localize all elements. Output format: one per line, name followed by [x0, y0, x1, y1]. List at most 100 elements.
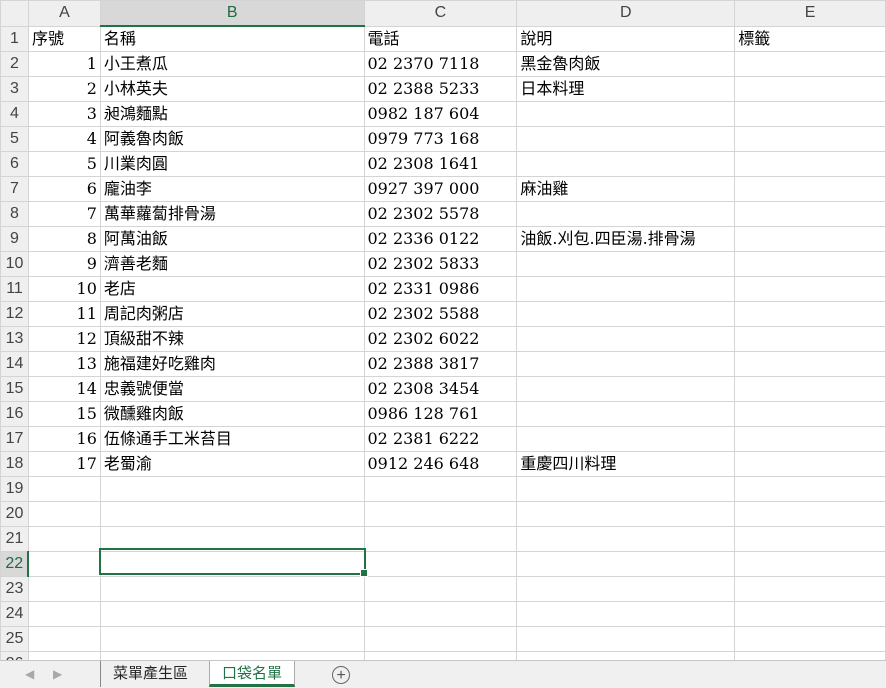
sheet-tab-pocket-list[interactable]: 口袋名單	[209, 661, 296, 687]
cell-e[interactable]	[734, 626, 886, 652]
cell-c[interactable]: 電話	[363, 25, 518, 52]
row-header[interactable]: 1	[0, 25, 29, 52]
cell-e[interactable]	[734, 276, 886, 302]
cell-b[interactable]: 周記肉粥店	[99, 301, 365, 327]
cell-c[interactable]: 02 2370 7118	[363, 51, 518, 77]
row-header[interactable]: 13	[0, 326, 29, 352]
cell-e[interactable]	[734, 576, 886, 602]
cell-a[interactable]: 6	[27, 176, 101, 202]
cell-a[interactable]: 8	[27, 226, 101, 252]
cell-a[interactable]	[27, 551, 101, 577]
cell-a[interactable]	[27, 526, 101, 552]
cell-b[interactable]: 老店	[99, 276, 365, 302]
triangle-right-icon[interactable]: ▶	[53, 667, 62, 681]
cell-d[interactable]	[516, 351, 736, 377]
cell-d[interactable]	[516, 326, 736, 352]
cell-b[interactable]: 微醺雞肉飯	[99, 401, 365, 427]
row-header[interactable]: 8	[0, 201, 29, 227]
cell-d[interactable]	[516, 476, 736, 502]
cell-c[interactable]	[363, 526, 518, 552]
cell-d[interactable]	[516, 526, 736, 552]
cell-d[interactable]: 麻油雞	[516, 176, 736, 202]
cell-e[interactable]	[734, 601, 886, 627]
cell-c[interactable]: 02 2302 6022	[363, 326, 518, 352]
triangle-left-icon[interactable]: ◀	[25, 667, 34, 681]
cell-e[interactable]	[734, 176, 886, 202]
cell-c[interactable]: 02 2308 3454	[363, 376, 518, 402]
cell-d[interactable]	[516, 601, 736, 627]
cell-d[interactable]: 黑金魯肉飯	[516, 51, 736, 77]
cell-e[interactable]	[734, 651, 886, 660]
cell-c[interactable]	[363, 601, 518, 627]
row-header[interactable]: 11	[0, 276, 29, 302]
row-header[interactable]: 6	[0, 151, 29, 177]
column-header-a[interactable]: A	[27, 0, 101, 27]
cell-c[interactable]: 02 2308 1641	[363, 151, 518, 177]
column-header-d[interactable]: D	[516, 0, 736, 27]
cell-a[interactable]: 4	[27, 126, 101, 152]
cell-e[interactable]	[734, 426, 886, 452]
cell-d[interactable]	[516, 576, 736, 602]
cell-a[interactable]: 7	[27, 201, 101, 227]
cell-a[interactable]: 17	[27, 451, 101, 477]
cell-d[interactable]	[516, 626, 736, 652]
cell-d[interactable]	[516, 501, 736, 527]
cell-c[interactable]: 02 2331 0986	[363, 276, 518, 302]
row-header[interactable]: 17	[0, 426, 29, 452]
spreadsheet-grid[interactable]: A B C D E 1 序號 名稱 電話 說明 標籤 2 1 小王煮瓜 02 2370 7118 黑…	[0, 0, 886, 660]
cell-a[interactable]: 13	[27, 351, 101, 377]
row-header[interactable]: 15	[0, 376, 29, 402]
cell-b[interactable]: 施福建好吃雞肉	[99, 351, 365, 377]
cell-b[interactable]: 龐油李	[99, 176, 365, 202]
cell-b[interactable]: 阿義魯肉飯	[99, 126, 365, 152]
cell-b[interactable]: 川業肉圓	[99, 151, 365, 177]
cell-d[interactable]	[516, 101, 736, 127]
row-header[interactable]: 4	[0, 101, 29, 127]
cell-c[interactable]: 0927 397 000	[363, 176, 518, 202]
cell-a[interactable]: 11	[27, 301, 101, 327]
cell-e[interactable]	[734, 526, 886, 552]
cell-e[interactable]	[734, 226, 886, 252]
sheet-tab-menu-generator[interactable]: 菜單產生區	[100, 661, 200, 687]
row-header[interactable]: 18	[0, 451, 29, 477]
row-header[interactable]: 25	[0, 626, 29, 652]
cell-c[interactable]: 0979 773 168	[363, 126, 518, 152]
cell-b[interactable]: 小林英夫	[99, 76, 365, 102]
cell-c[interactable]	[363, 551, 518, 577]
cell-d[interactable]	[516, 126, 736, 152]
cell-a[interactable]	[27, 476, 101, 502]
cell-c[interactable]: 02 2302 5588	[363, 301, 518, 327]
cell-b[interactable]	[99, 651, 365, 660]
row-header[interactable]: 16	[0, 401, 29, 427]
row-header[interactable]: 26	[0, 651, 29, 660]
column-header-c[interactable]: C	[363, 0, 518, 27]
cell-b[interactable]: 昶鴻麵點	[99, 101, 365, 127]
cell-b[interactable]	[99, 476, 365, 502]
cell-c[interactable]	[363, 476, 518, 502]
cell-e[interactable]	[734, 401, 886, 427]
cell-d[interactable]	[516, 301, 736, 327]
cell-e[interactable]	[734, 326, 886, 352]
cell-e[interactable]: 標籤	[734, 25, 886, 52]
row-header[interactable]: 5	[0, 126, 29, 152]
cell-a[interactable]	[27, 626, 101, 652]
column-header-e[interactable]: E	[734, 0, 886, 27]
cell-b[interactable]	[99, 526, 365, 552]
plus-circle-icon[interactable]: +	[332, 666, 350, 684]
cell-a[interactable]: 9	[27, 251, 101, 277]
cell-d[interactable]	[516, 201, 736, 227]
cell-d[interactable]	[516, 401, 736, 427]
cell-b[interactable]: 名稱	[99, 25, 365, 52]
cell-e[interactable]	[734, 126, 886, 152]
cell-e[interactable]	[734, 51, 886, 77]
cell-e[interactable]	[734, 551, 886, 577]
cell-c[interactable]: 02 2302 5578	[363, 201, 518, 227]
row-header[interactable]: 14	[0, 351, 29, 377]
cell-a[interactable]: 3	[27, 101, 101, 127]
cell-a[interactable]: 1	[27, 51, 101, 77]
cell-c[interactable]: 02 2388 3817	[363, 351, 518, 377]
select-all-corner[interactable]	[0, 0, 29, 27]
row-header[interactable]: 10	[0, 251, 29, 277]
row-header[interactable]: 23	[0, 576, 29, 602]
row-header[interactable]: 22	[0, 551, 30, 577]
